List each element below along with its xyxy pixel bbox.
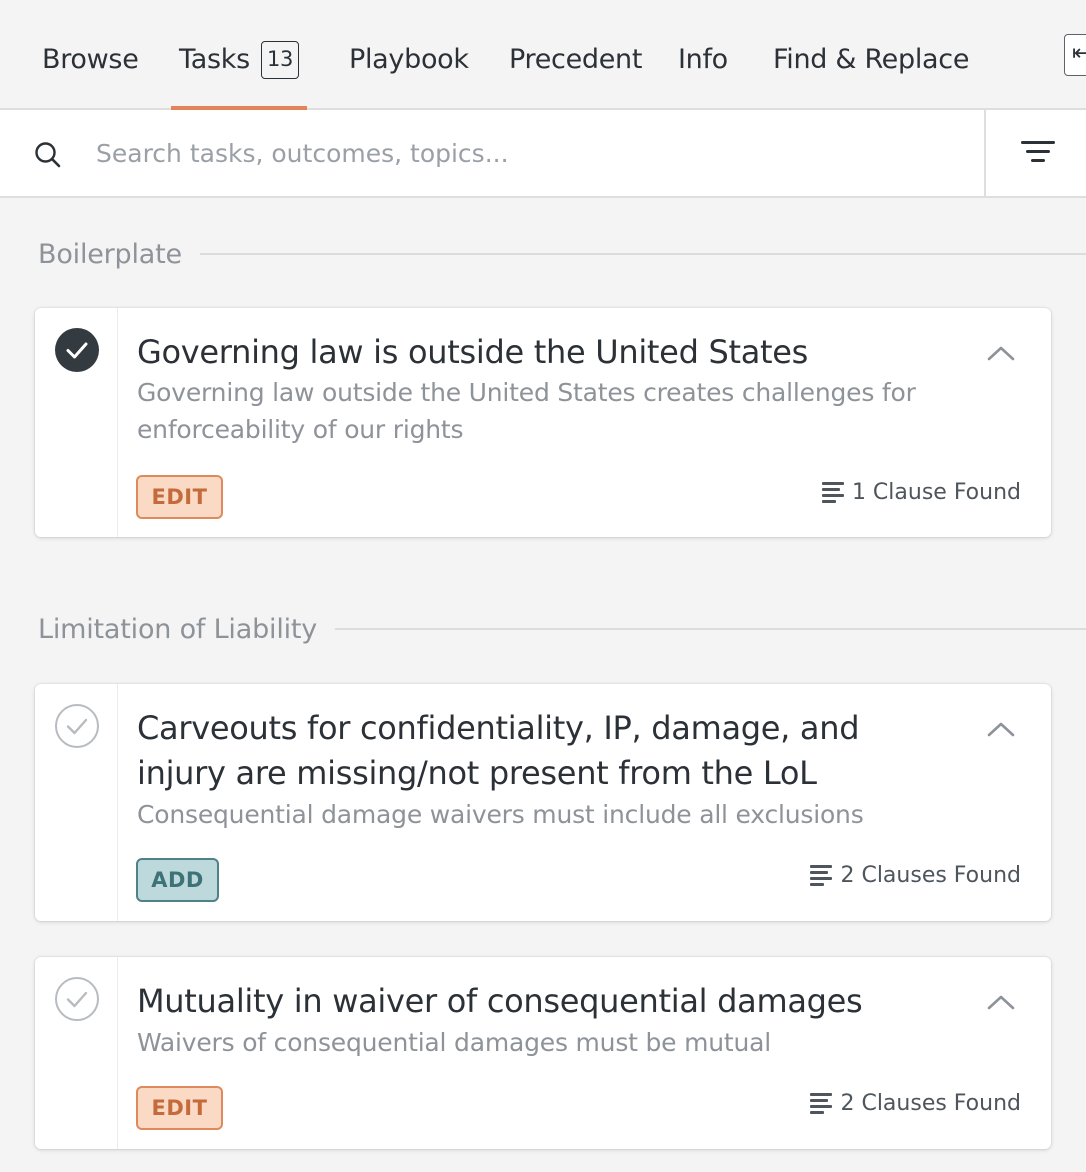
tab-tasks[interactable]: Tasks 13 — [171, 41, 307, 110]
tab-browse[interactable]: Browse — [42, 44, 139, 108]
text-lines-icon — [821, 482, 844, 503]
task-complete-checkbox[interactable] — [55, 328, 99, 372]
section-divider — [335, 628, 1086, 630]
filter-line — [1026, 150, 1050, 153]
filter-lines-icon — [1021, 141, 1055, 144]
line — [810, 1105, 833, 1108]
section-divider — [199, 253, 1086, 255]
task-title: Mutuality in waiver of consequential dam… — [137, 982, 863, 1020]
check-icon — [66, 991, 88, 1008]
clauses-found-label: 2 Clauses Found — [840, 1090, 1021, 1116]
collapse-panel-button[interactable]: ⇤ — [1064, 34, 1086, 76]
tab-bar: Browse Tasks 13 Playbook Precedent Info … — [0, 0, 1086, 110]
tab-playbook[interactable]: Playbook — [349, 44, 469, 108]
line — [821, 500, 836, 503]
chevron-up-icon[interactable] — [983, 714, 1019, 744]
clauses-found-link[interactable]: 2 Clauses Found — [810, 860, 1021, 890]
search-icon — [35, 142, 61, 168]
task-card[interactable]: Governing law is outside the United Stat… — [35, 308, 1051, 537]
line — [810, 1111, 825, 1114]
add-tag-button[interactable]: ADD — [136, 858, 219, 902]
line — [810, 865, 833, 868]
line — [810, 877, 833, 880]
task-complete-checkbox[interactable] — [55, 704, 99, 748]
filter-line — [1031, 159, 1045, 162]
section-label: Boilerplate — [38, 238, 182, 270]
task-title: Governing law is outside the United Stat… — [137, 333, 809, 371]
line — [810, 1099, 829, 1102]
line — [821, 482, 844, 485]
task-card[interactable]: Mutuality in waiver of consequential dam… — [35, 957, 1051, 1149]
task-title: Carveouts for confidentiality, IP, damag… — [137, 709, 860, 792]
edit-tag-button[interactable]: EDIT — [136, 1086, 223, 1130]
card-divider — [117, 308, 118, 537]
text-lines-icon — [810, 865, 833, 886]
check-icon — [66, 342, 88, 359]
text-lines-icon — [810, 1093, 833, 1114]
tab-precedent[interactable]: Precedent — [509, 44, 642, 108]
line — [821, 494, 844, 497]
edit-tag-button[interactable]: EDIT — [136, 475, 223, 519]
tasks-count-badge: 13 — [261, 41, 299, 79]
search-input[interactable] — [96, 128, 956, 178]
filter-button[interactable] — [984, 110, 1086, 196]
chevron-up-icon[interactable] — [983, 338, 1019, 368]
clauses-found-label: 1 Clause Found — [851, 479, 1021, 505]
tab-find-replace[interactable]: Find & Replace — [773, 44, 969, 108]
line — [810, 1093, 833, 1096]
tab-info[interactable]: Info — [678, 44, 728, 108]
card-divider — [117, 957, 118, 1149]
clauses-found-link[interactable]: 1 Clause Found — [821, 477, 1021, 507]
arrow-left-icon: ⇤ — [1072, 41, 1086, 66]
section-header-boilerplate: Boilerplate — [38, 234, 1086, 274]
clauses-found-link[interactable]: 2 Clauses Found — [810, 1088, 1021, 1118]
check-icon — [66, 718, 88, 735]
task-description: Consequential damage waivers must includ… — [137, 800, 864, 829]
section-header-limitation-of-liability: Limitation of Liability — [38, 609, 1086, 649]
section-label: Limitation of Liability — [38, 613, 318, 645]
clauses-found-label: 2 Clauses Found — [840, 862, 1021, 888]
line — [821, 488, 840, 491]
task-card[interactable]: Carveouts for confidentiality, IP, damag… — [35, 684, 1051, 921]
search-bar — [0, 110, 1086, 198]
card-divider — [117, 684, 118, 921]
chevron-up-icon[interactable] — [983, 987, 1019, 1017]
line — [810, 871, 829, 874]
task-complete-checkbox[interactable] — [55, 977, 99, 1021]
task-description: Governing law outside the United States … — [137, 378, 916, 444]
task-description: Waivers of consequential damages must be… — [137, 1028, 772, 1057]
line — [810, 883, 825, 886]
tab-tasks-label: Tasks — [179, 44, 250, 75]
